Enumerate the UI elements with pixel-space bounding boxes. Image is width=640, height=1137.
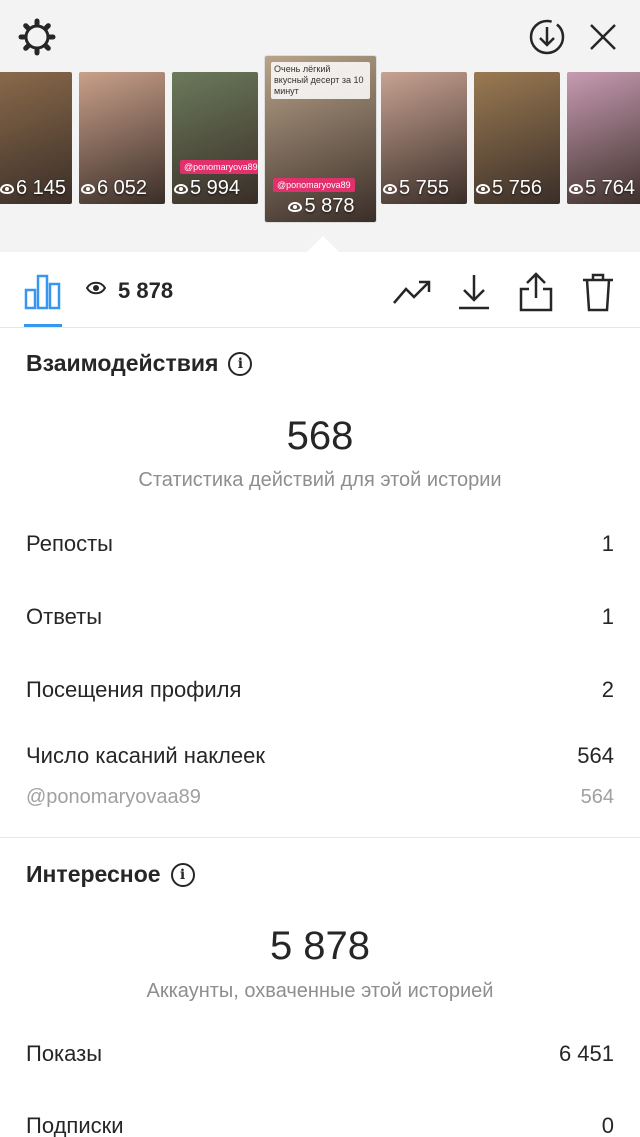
- stat-value: 1: [601, 531, 614, 556]
- discovery-heading: Интересное i: [26, 861, 195, 888]
- stat-label: Число касаний наклеек: [26, 743, 265, 768]
- active-tab-indicator: [24, 324, 62, 327]
- story-views-count: 6 052: [97, 177, 148, 199]
- story-views: 5 755: [381, 177, 467, 200]
- stat-label: Подписки: [26, 1113, 124, 1137]
- story-views-count: 6 145: [16, 177, 67, 199]
- eye-icon: [288, 201, 303, 212]
- stat-label: Показы: [26, 1041, 103, 1066]
- trash-icon[interactable]: [576, 270, 620, 314]
- eye-icon: [569, 183, 583, 194]
- story-caption: Очень лёгкий вкусный десерт за 10 минут: [271, 62, 370, 99]
- info-icon[interactable]: i: [170, 862, 195, 887]
- story-mention-sticker: @ponomaryova89: [273, 178, 355, 192]
- bar-chart-icon[interactable]: [24, 270, 62, 315]
- story-views: 5 764: [567, 177, 640, 200]
- eye-icon: [174, 183, 188, 194]
- interactions-caption: Статистика действий для этой истории: [138, 469, 502, 491]
- gear-icon[interactable]: [14, 14, 60, 60]
- stat-value: 6 451: [558, 1041, 614, 1066]
- insights-toolbar: 5 878: [0, 252, 640, 328]
- stat-label: Посещения профиля: [26, 677, 242, 702]
- story-mention-sticker: @ponomaryova89: [180, 160, 258, 174]
- download-circle-icon[interactable]: [524, 14, 570, 60]
- stat-row-reposts: Репосты 1: [26, 531, 614, 557]
- story-views-count: 5 994: [190, 177, 241, 199]
- trending-icon[interactable]: [390, 270, 434, 314]
- story-views-count: 5 878: [304, 195, 355, 217]
- info-icon[interactable]: i: [228, 351, 253, 376]
- stat-value: 564: [580, 786, 614, 808]
- eye-icon: [0, 183, 14, 194]
- stat-row-sticker-mention: @ponomaryovaa89 564: [26, 786, 614, 809]
- views-count: 5 878: [118, 278, 174, 303]
- story-views: 6 052: [79, 177, 165, 200]
- interactions-heading: Взаимодействия i: [26, 350, 253, 377]
- story-views-count: 5 755: [399, 177, 450, 199]
- selection-pointer: [307, 236, 339, 252]
- story-views: 5 878: [265, 195, 376, 218]
- stat-label: @ponomaryovaa89: [26, 786, 201, 808]
- stat-value: 0: [601, 1113, 614, 1137]
- discovery-title: Интересное: [26, 861, 161, 887]
- story-strip: 6 145 6 052 @ponomaryova89 5 994 Очень лёгки…: [0, 0, 640, 252]
- story-thumbnail[interactable]: 5 755: [381, 72, 467, 204]
- interactions-title: Взаимодействия: [26, 350, 219, 376]
- stat-row-follows: Подписки 0: [26, 1113, 614, 1137]
- interactions-total: 568: [286, 414, 354, 458]
- eye-icon: [81, 183, 95, 194]
- stat-label: Ответы: [26, 604, 103, 629]
- stat-value: 2: [601, 677, 614, 702]
- stat-value: 564: [577, 743, 614, 768]
- story-thumbnail[interactable]: @ponomaryova89 5 994: [172, 72, 258, 204]
- story-views: 5 756: [474, 177, 560, 200]
- close-icon[interactable]: [580, 14, 626, 60]
- story-views-count: 5 756: [492, 177, 543, 199]
- eye-icon: [85, 280, 107, 301]
- download-icon[interactable]: [452, 270, 496, 314]
- discovery-caption: Аккаунты, охваченные этой историей: [146, 980, 494, 1002]
- story-thumbnail[interactable]: 6 052: [79, 72, 165, 204]
- eye-icon: [476, 183, 490, 194]
- stat-value: 1: [601, 604, 614, 629]
- stat-row-profile-visits: Посещения профиля 2: [26, 677, 614, 703]
- stat-row-replies: Ответы 1: [26, 604, 614, 630]
- stat-label: Репосты: [26, 531, 113, 556]
- eye-icon: [383, 183, 397, 194]
- share-icon[interactable]: [514, 270, 558, 314]
- story-views: 5 994: [172, 177, 258, 200]
- stat-row-impressions: Показы 6 451: [26, 1041, 614, 1067]
- story-thumbnail[interactable]: 5 756: [474, 72, 560, 204]
- story-thumbnail-selected[interactable]: Очень лёгкий вкусный десерт за 10 минут @…: [265, 56, 376, 222]
- story-views-count: 5 764: [585, 177, 636, 199]
- stat-row-sticker-taps: Число касаний наклеек 564: [26, 743, 614, 769]
- section-divider: [0, 837, 640, 838]
- story-thumbnail[interactable]: 6 145: [0, 72, 72, 204]
- story-thumbnail[interactable]: 5 764: [567, 72, 640, 204]
- discovery-total: 5 878: [269, 924, 371, 968]
- story-views: 6 145: [0, 177, 72, 200]
